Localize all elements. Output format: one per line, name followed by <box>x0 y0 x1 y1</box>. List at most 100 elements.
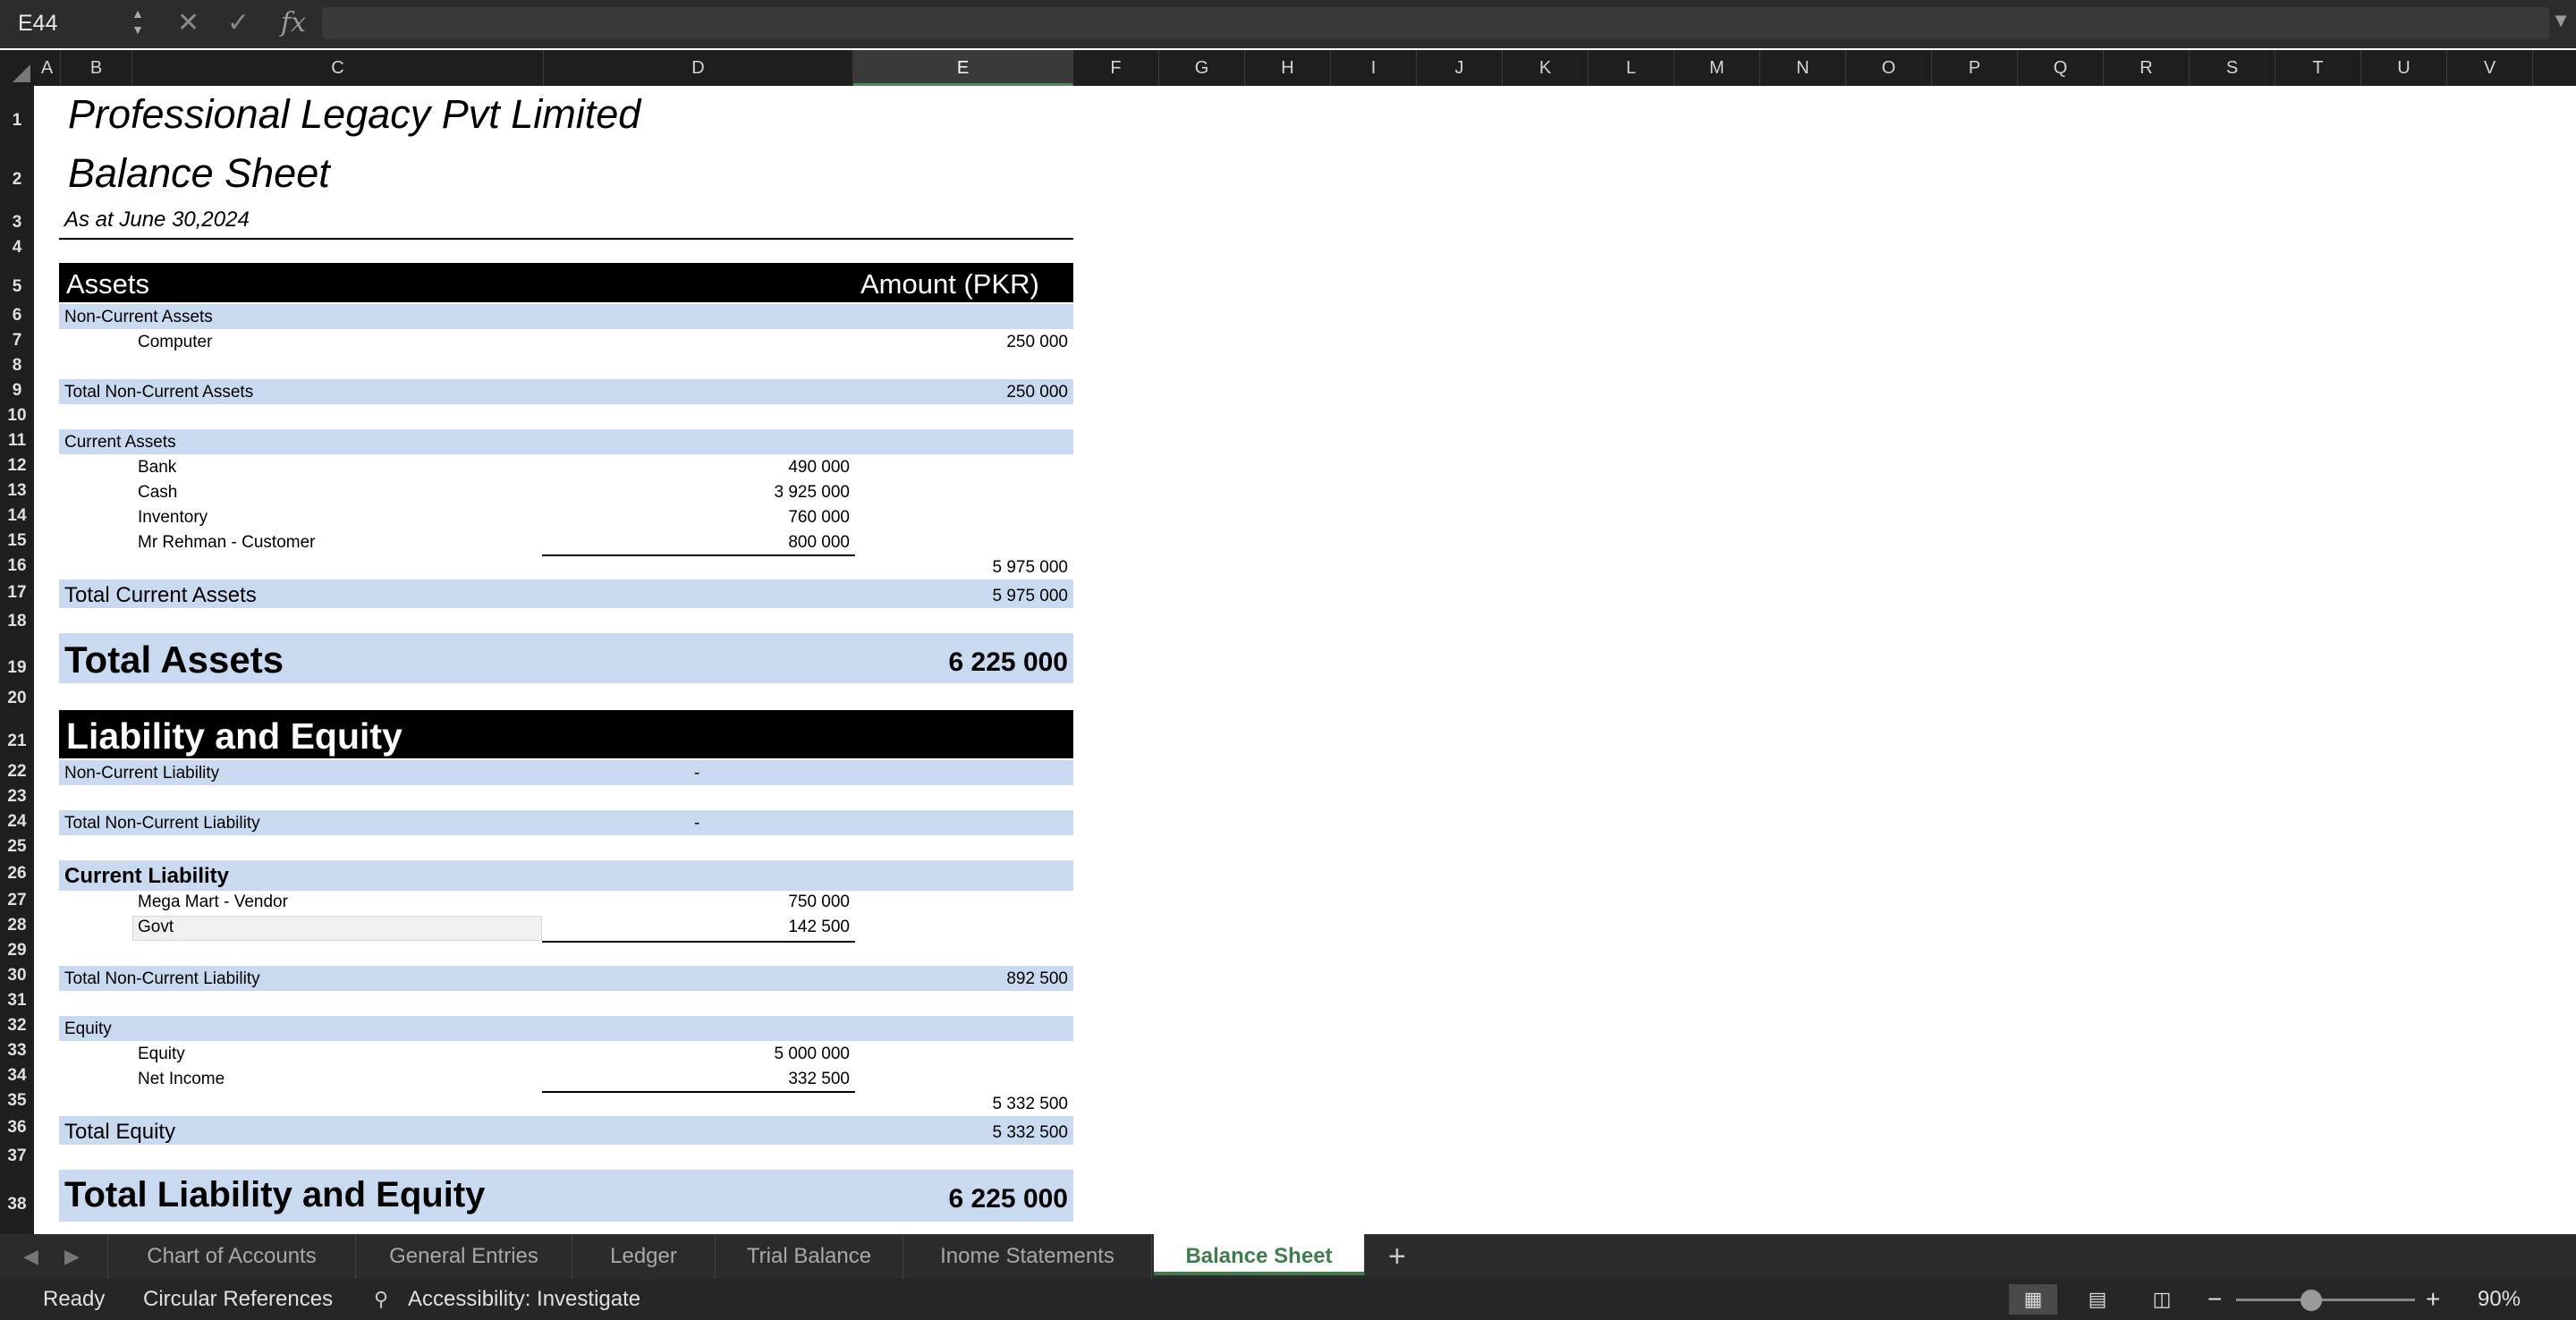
cancel-icon[interactable]: ✕ <box>177 5 199 41</box>
insert-function-icon[interactable]: fx <box>281 5 306 41</box>
column-header[interactable]: O <box>1846 50 1932 86</box>
zoom-out-icon[interactable]: − <box>2207 1279 2222 1320</box>
row-header[interactable]: 17 <box>0 583 34 603</box>
row-header[interactable]: 9 <box>0 381 34 401</box>
enter-icon[interactable]: ✓ <box>227 5 250 41</box>
cl-subtotal-rule <box>542 941 855 943</box>
row-header[interactable]: 37 <box>0 1147 34 1166</box>
status-ready: Ready <box>43 1287 106 1311</box>
page-layout-view-icon[interactable]: ▤ <box>2073 1284 2122 1315</box>
column-header[interactable]: V <box>2447 50 2533 86</box>
row-header[interactable]: 27 <box>0 891 34 910</box>
name-box-stepper-icon[interactable]: ▲ ▼ <box>129 5 147 41</box>
column-header[interactable]: P <box>1932 50 2018 86</box>
column-header[interactable]: S <box>2190 50 2275 86</box>
accessibility-icon: ⚲ <box>374 1288 389 1310</box>
tab-ledger[interactable]: Ledger <box>572 1234 716 1279</box>
row-header[interactable]: 35 <box>0 1091 34 1111</box>
column-header[interactable]: F <box>1073 50 1159 86</box>
row-header[interactable]: 24 <box>0 812 34 832</box>
total-le-label: Total Liability and Equity <box>64 1175 486 1214</box>
column-header[interactable]: R <box>2104 50 2190 86</box>
row-header[interactable]: 12 <box>0 456 34 476</box>
column-header[interactable]: M <box>1674 50 1760 86</box>
row-header[interactable]: 33 <box>0 1041 34 1061</box>
add-sheet-icon[interactable]: + <box>1388 1234 1406 1279</box>
row-header[interactable]: 10 <box>0 406 34 426</box>
row-header[interactable]: 22 <box>0 762 34 782</box>
row-header[interactable]: 38 <box>0 1195 34 1214</box>
accessibility-button[interactable]: Accessibility: Investigate <box>408 1279 640 1320</box>
column-header[interactable]: A <box>34 50 61 86</box>
column-header[interactable]: G <box>1159 50 1245 86</box>
row-header[interactable]: 20 <box>0 689 34 708</box>
row-header[interactable]: 6 <box>0 306 34 326</box>
row-header[interactable]: 36 <box>0 1118 34 1138</box>
column-header[interactable]: L <box>1589 50 1674 86</box>
worksheet-grid[interactable]: Professional Legacy Pvt Limited Balance … <box>34 86 2576 1234</box>
row-header[interactable]: 11 <box>0 431 34 451</box>
tab-income-statements[interactable]: Inome Statements <box>903 1234 1152 1279</box>
equity-subtotal: 5 332 500 <box>992 1095 1068 1113</box>
row-header[interactable]: 15 <box>0 531 34 551</box>
row-header[interactable]: 21 <box>0 732 34 751</box>
computer-value: 250 000 <box>1006 333 1068 351</box>
prev-sheet-icon[interactable]: ◀ <box>23 1234 38 1279</box>
name-box[interactable]: E44 <box>11 7 136 39</box>
row-header[interactable]: 13 <box>0 481 34 501</box>
report-date: As at June 30,2024 <box>64 207 250 232</box>
select-all-corner[interactable] <box>0 50 34 86</box>
row-header[interactable]: 8 <box>0 356 34 376</box>
zoom-in-icon[interactable]: + <box>2426 1279 2440 1320</box>
zoom-slider-track[interactable] <box>2236 1299 2415 1301</box>
row-header[interactable]: 18 <box>0 612 34 631</box>
row-header[interactable]: 7 <box>0 331 34 351</box>
column-header[interactable]: Q <box>2018 50 2104 86</box>
column-header[interactable]: H <box>1245 50 1331 86</box>
next-sheet-icon[interactable]: ▶ <box>64 1234 80 1279</box>
tab-general-entries[interactable]: General Entries <box>356 1234 572 1279</box>
row-header[interactable]: 34 <box>0 1066 34 1086</box>
row-header[interactable]: 16 <box>0 556 34 576</box>
normal-view-icon[interactable]: ▦ <box>2009 1284 2057 1315</box>
row-header[interactable]: 32 <box>0 1016 34 1036</box>
row-header[interactable]: 29 <box>0 941 34 960</box>
ca-subtotal-rule <box>542 554 855 556</box>
column-header[interactable]: K <box>1503 50 1589 86</box>
formula-input[interactable] <box>322 7 2549 39</box>
column-header[interactable]: B <box>61 50 132 86</box>
column-header[interactable]: U <box>2361 50 2447 86</box>
tab-balance-sheet[interactable]: Balance Sheet <box>1154 1234 1365 1275</box>
row-header[interactable]: 30 <box>0 966 34 986</box>
row-header[interactable]: 1 <box>0 111 34 131</box>
column-header[interactable]: T <box>2275 50 2361 86</box>
zoom-level[interactable]: 90% <box>2478 1279 2521 1320</box>
column-header[interactable]: I <box>1331 50 1417 86</box>
row-header[interactable]: 14 <box>0 506 34 526</box>
column-header[interactable]: D <box>544 50 853 86</box>
row-header[interactable]: 31 <box>0 991 34 1011</box>
column-header[interactable]: C <box>132 50 544 86</box>
row-header[interactable]: 4 <box>0 238 34 258</box>
govt-cell[interactable] <box>132 916 542 941</box>
row-header[interactable]: 3 <box>0 213 34 233</box>
equity-value: 5 000 000 <box>774 1045 850 1063</box>
row-header[interactable]: 5 <box>0 277 34 297</box>
row-header[interactable]: 26 <box>0 864 34 884</box>
tab-trial-balance[interactable]: Trial Balance <box>716 1234 903 1279</box>
row-header[interactable]: 25 <box>0 837 34 857</box>
zoom-slider-thumb[interactable] <box>2301 1290 2322 1311</box>
column-header[interactable]: N <box>1760 50 1846 86</box>
column-header[interactable]: J <box>1417 50 1503 86</box>
row-header[interactable]: 19 <box>0 658 34 678</box>
row-header[interactable]: 2 <box>0 170 34 190</box>
expand-formula-bar-icon[interactable]: ▼ <box>2551 9 2571 32</box>
page-break-view-icon[interactable]: ◫ <box>2138 1284 2186 1315</box>
row-header[interactable]: 23 <box>0 787 34 807</box>
tab-chart-of-accounts[interactable]: Chart of Accounts <box>107 1234 356 1279</box>
circular-references-button[interactable]: Circular References <box>143 1279 333 1320</box>
row-header[interactable]: 28 <box>0 916 34 935</box>
assets-header: Assets <box>66 268 150 300</box>
inventory-label: Inventory <box>138 508 208 527</box>
column-header-selected[interactable]: E <box>853 50 1073 86</box>
